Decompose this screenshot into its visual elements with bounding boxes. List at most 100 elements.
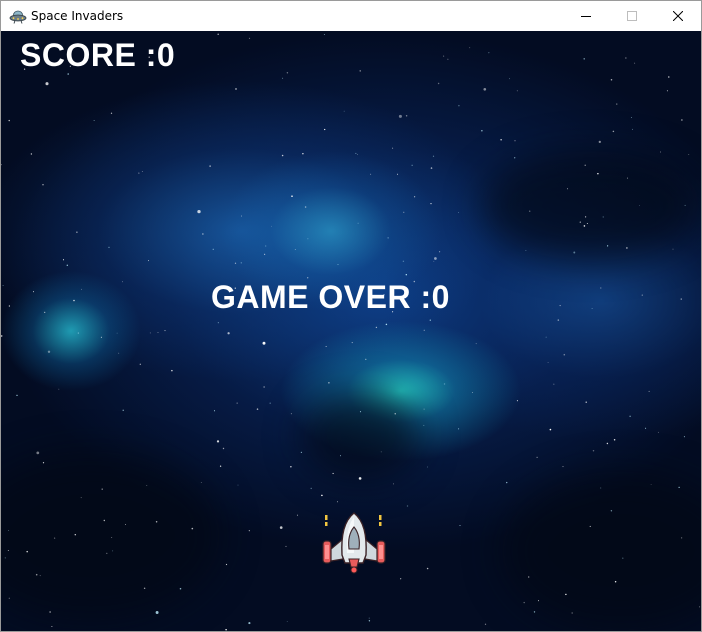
- star: [426, 567, 429, 570]
- star: [139, 363, 141, 365]
- star: [668, 76, 670, 78]
- title-bar[interactable]: Space Invaders: [1, 1, 701, 31]
- star: [405, 274, 407, 276]
- star: [626, 177, 628, 179]
- close-button[interactable]: [655, 1, 701, 31]
- star: [8, 119, 10, 122]
- star: [680, 298, 682, 300]
- star: [42, 462, 45, 464]
- star: [310, 487, 312, 490]
- star: [110, 112, 113, 114]
- star: [146, 484, 148, 486]
- star: [406, 505, 409, 507]
- star: [370, 173, 372, 175]
- star: [571, 612, 573, 614]
- star: [394, 413, 396, 415]
- star: [122, 409, 124, 411]
- star: [437, 82, 440, 85]
- star: [500, 139, 502, 141]
- star: [53, 537, 56, 539]
- star: [8, 305, 11, 307]
- star: [630, 117, 632, 118]
- star: [475, 343, 477, 345]
- star: [598, 140, 601, 144]
- star: [108, 246, 110, 249]
- star: [413, 196, 416, 198]
- star: [533, 611, 536, 613]
- game-over-text: GAME OVER :0: [211, 279, 450, 315]
- star: [35, 573, 38, 576]
- star: [76, 231, 78, 233]
- star: [337, 263, 339, 266]
- minimize-icon: [581, 16, 591, 17]
- star: [614, 580, 617, 583]
- star: [432, 155, 435, 157]
- star: [607, 245, 609, 247]
- star: [240, 262, 242, 264]
- star: [217, 322, 219, 324]
- star: [42, 184, 44, 186]
- star: [688, 154, 690, 155]
- star: [116, 332, 118, 334]
- star: [222, 447, 225, 450]
- star: [291, 195, 293, 197]
- star: [157, 332, 159, 334]
- star: [684, 204, 686, 206]
- star: [304, 206, 307, 208]
- star: [433, 260, 435, 262]
- star: [447, 58, 449, 60]
- star: [138, 172, 140, 174]
- star: [39, 575, 41, 577]
- star: [227, 332, 230, 335]
- star: [49, 611, 51, 613]
- star: [536, 456, 538, 459]
- star: [279, 526, 283, 529]
- star: [217, 33, 219, 35]
- star: [648, 390, 650, 392]
- star: [586, 222, 588, 225]
- star: [359, 70, 361, 72]
- star: [523, 601, 525, 604]
- star: [179, 587, 182, 590]
- star: [336, 501, 338, 503]
- star: [100, 336, 102, 338]
- star: [106, 552, 108, 555]
- star: [641, 294, 643, 296]
- star: [93, 120, 95, 122]
- star: [488, 52, 490, 54]
- star: [213, 410, 216, 412]
- star: [359, 411, 362, 413]
- star: [271, 225, 272, 227]
- star: [281, 154, 284, 157]
- star: [8, 530, 10, 531]
- star: [66, 264, 68, 266]
- star: [583, 58, 585, 60]
- minimize-button[interactable]: [563, 1, 609, 31]
- star: [357, 154, 358, 155]
- maximize-button[interactable]: [609, 1, 655, 31]
- star: [423, 329, 425, 331]
- star: [565, 593, 567, 596]
- star: [472, 392, 474, 393]
- star: [528, 210, 531, 212]
- star: [125, 524, 126, 526]
- star: [248, 37, 251, 40]
- star: [657, 431, 659, 433]
- star: [368, 617, 370, 619]
- game-canvas[interactable]: SCORE :0 GAME OVER :0: [1, 31, 701, 631]
- star: [323, 33, 325, 36]
- star: [632, 128, 633, 130]
- star: [368, 620, 371, 622]
- star: [547, 361, 549, 363]
- star: [469, 47, 471, 49]
- star: [506, 481, 508, 484]
- star: [484, 623, 487, 625]
- star: [7, 550, 9, 552]
- star: [597, 172, 599, 175]
- star: [405, 114, 408, 117]
- star: [357, 222, 359, 224]
- star: [77, 332, 79, 334]
- star: [443, 383, 446, 385]
- star: [365, 358, 367, 360]
- star: [427, 466, 428, 468]
